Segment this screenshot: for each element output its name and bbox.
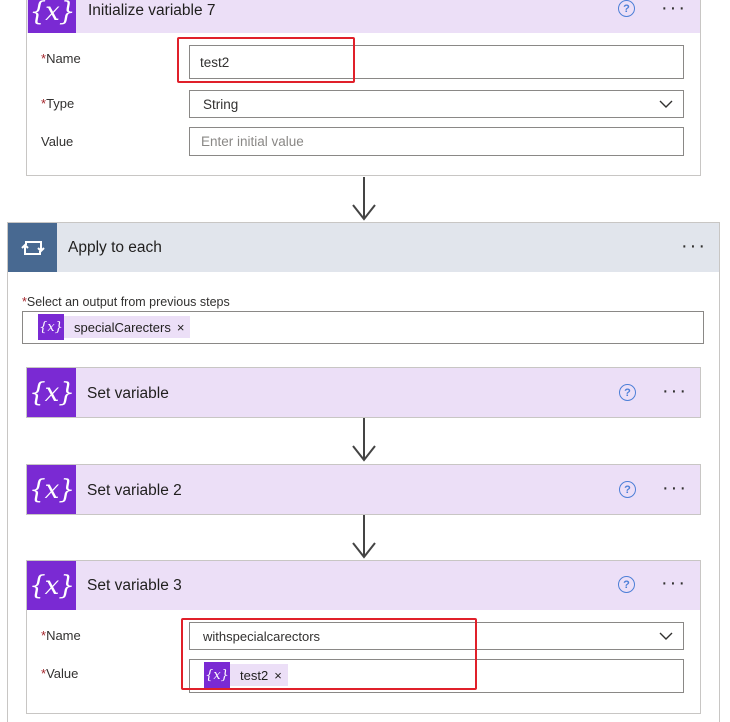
value-label: *Value [41,666,79,681]
chevron-down-icon [659,100,673,108]
name-label: *Name [41,628,81,643]
variable-icon: {x} [27,465,76,514]
more-options-icon[interactable]: ··· [662,478,688,498]
value-placeholder: Enter initial value [201,134,304,149]
set-variable-card[interactable]: {x} Set variable ? ··· [26,367,701,418]
type-dropdown[interactable]: String [189,90,684,118]
initialize-variable-header[interactable]: {x} Initialize variable 7 ? ··· [27,0,700,33]
more-options-icon[interactable]: ··· [661,573,687,593]
type-label: *Type [41,96,75,111]
apply-to-each-header[interactable]: Apply to each ··· [8,223,719,272]
card-title: Set variable 2 [87,482,182,499]
highlight-box [181,618,477,690]
name-label: *Name [41,51,81,66]
arrow-down-icon [352,204,376,221]
help-icon[interactable]: ? [619,384,636,401]
arrow-down-icon [352,542,376,559]
token-label: specialCarecters [74,319,171,335]
more-options-icon[interactable]: ··· [681,236,707,256]
value-input[interactable]: Enter initial value [189,127,684,156]
remove-token-icon[interactable]: × [177,320,191,335]
loop-icon [8,223,57,272]
help-icon[interactable]: ? [618,0,635,17]
variable-icon: {x} [28,0,76,33]
value-label: Value [41,134,74,149]
arrow-down-icon [352,445,376,462]
more-options-icon[interactable]: ··· [662,381,688,401]
apply-to-each-title: Apply to each [68,239,162,256]
set-variable-2-card[interactable]: {x} Set variable 2 ? ··· [26,464,701,515]
variable-icon: {x} [27,368,76,417]
chevron-down-icon [659,632,673,640]
set-variable-3-header[interactable]: {x} Set variable 3 ? ··· [27,561,700,610]
card-title: Set variable [87,385,169,402]
type-value: String [203,96,239,112]
dynamic-content-token[interactable]: {x} specialCarecters × [38,314,191,340]
highlight-box [177,37,355,83]
variable-icon: {x} [27,561,76,610]
select-output-field[interactable]: {x} specialCarecters × [22,311,704,344]
card-title: Initialize variable 7 [88,2,216,19]
more-options-icon[interactable]: ··· [661,0,687,18]
select-output-label: *Select an output from previous steps [22,295,230,309]
card-title: Set variable 3 [87,577,182,594]
help-icon[interactable]: ? [619,481,636,498]
variable-icon: {x} [38,314,64,340]
help-icon[interactable]: ? [618,576,635,593]
